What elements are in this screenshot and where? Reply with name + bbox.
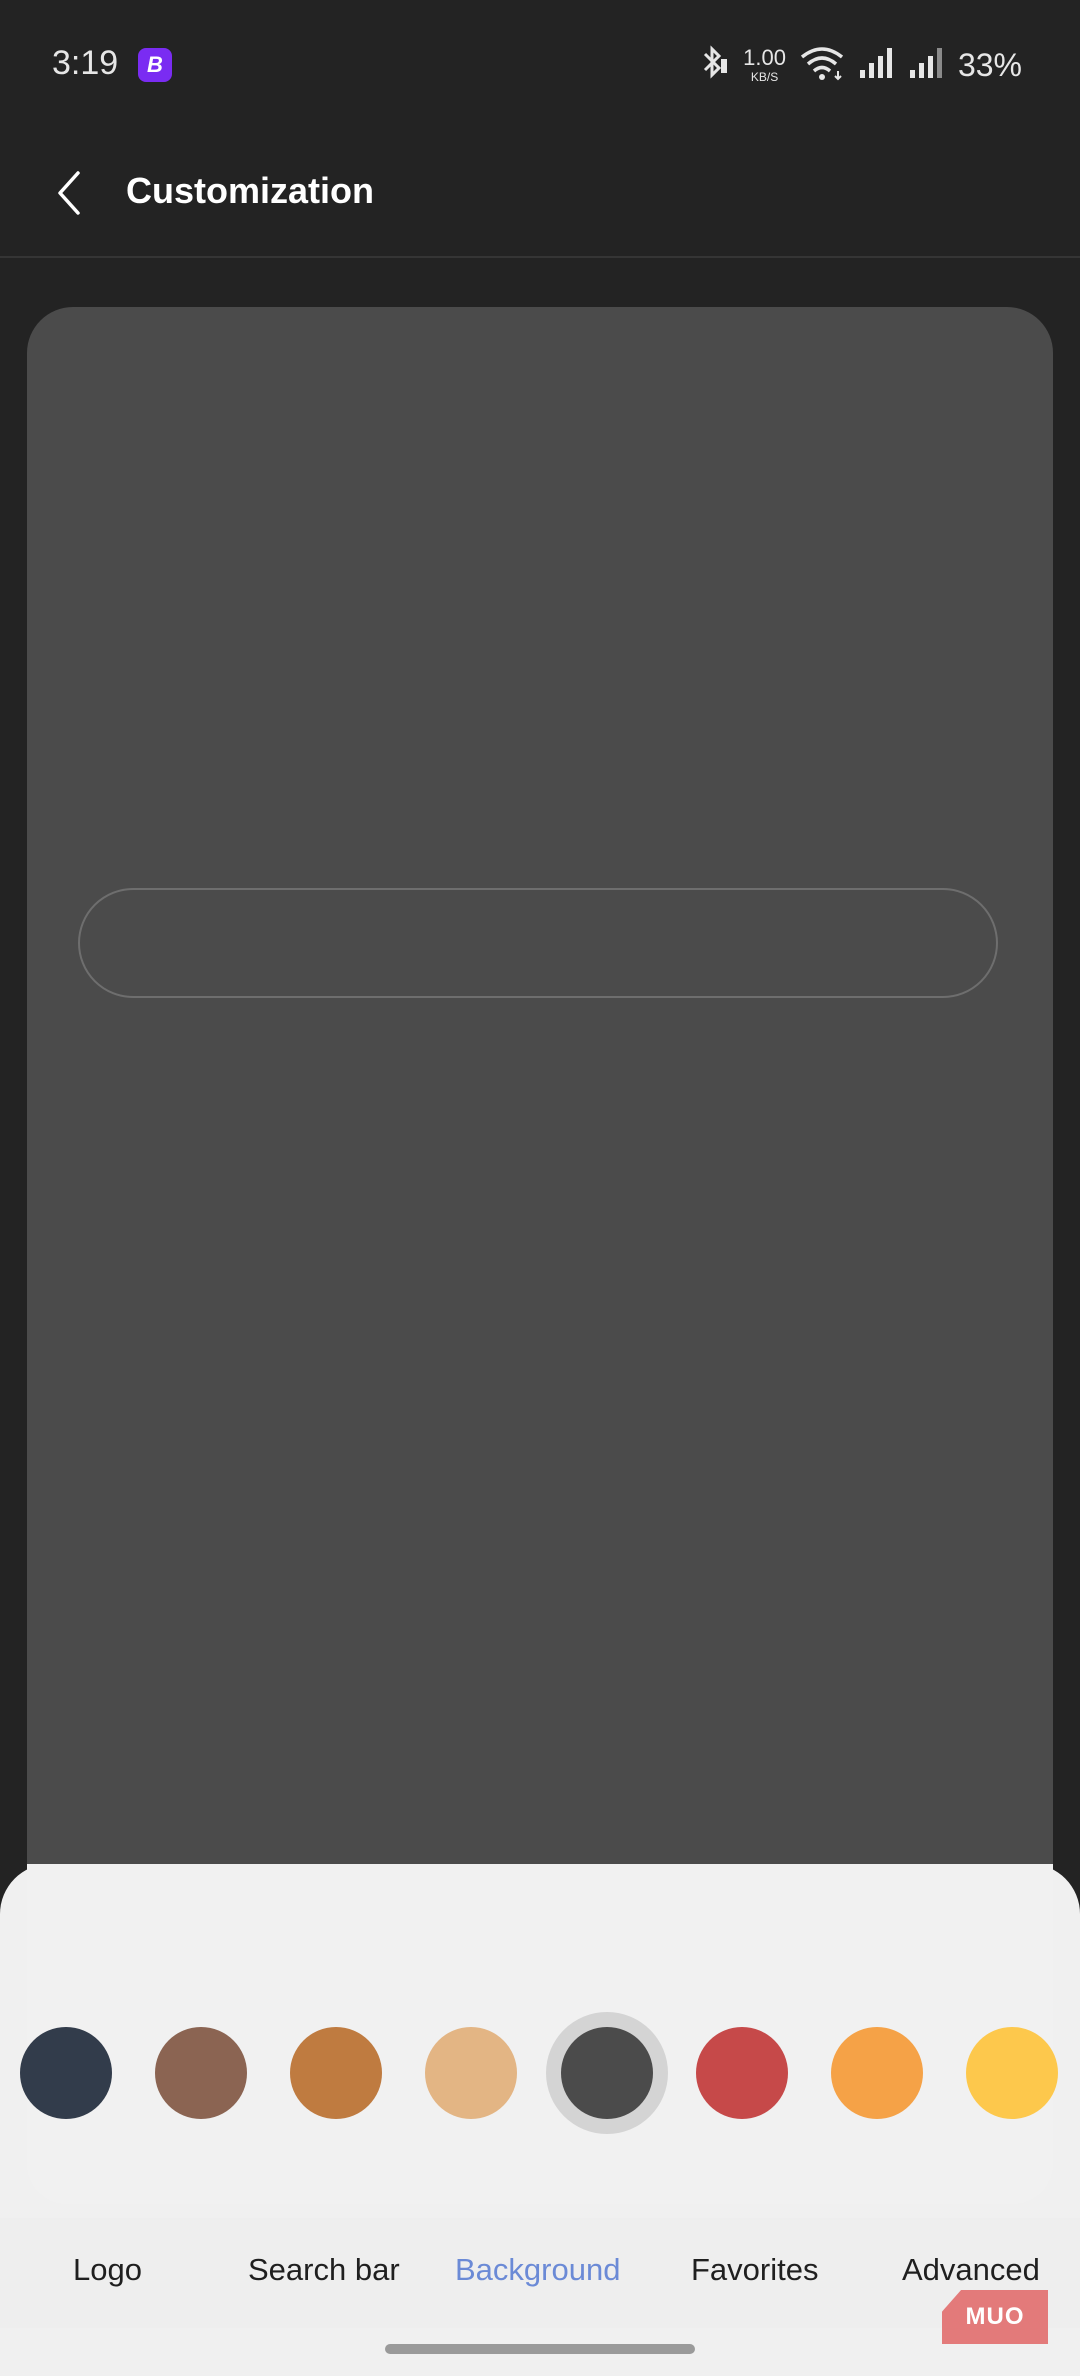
color-swatch-tan[interactable] (425, 2027, 517, 2119)
tab-favorites[interactable]: Favorites (691, 2252, 818, 2288)
network-speed-unit: KB/S (750, 70, 779, 84)
wifi-icon (800, 45, 844, 86)
status-icons: 1.00 KB/S 33% (697, 40, 1022, 90)
signal-icon (858, 46, 894, 85)
color-swatch-brown[interactable] (155, 2027, 247, 2119)
chevron-left-icon (58, 171, 80, 215)
color-swatch-copper[interactable] (290, 2027, 382, 2119)
tab-advanced[interactable]: Advanced (902, 2252, 1040, 2288)
color-swatch-navy[interactable] (20, 2027, 112, 2119)
page-title: Customization (126, 170, 374, 211)
tab-search-bar[interactable]: Search bar (248, 2252, 400, 2288)
color-swatch-dark-gray[interactable] (561, 2027, 653, 2119)
tab-background[interactable]: Background (455, 2252, 620, 2288)
color-swatch-red[interactable] (696, 2027, 788, 2119)
color-swatch-yellow[interactable] (966, 2027, 1058, 2119)
app-bar: Customization (0, 130, 1080, 258)
bluetooth-icon (697, 44, 729, 86)
muo-watermark-logo: MUO (942, 2290, 1048, 2344)
network-speed-value: 1.00 (743, 45, 786, 70)
back-button[interactable] (34, 158, 104, 228)
status-time: 3:19 (52, 44, 119, 82)
app-notification-icon: B (138, 48, 172, 82)
status-bar: 3:19 B 1.00 KB/S 33% (0, 0, 1080, 130)
network-speed: 1.00 KB/S (743, 45, 786, 84)
home-indicator[interactable] (385, 2344, 695, 2354)
color-swatch-orange[interactable] (831, 2027, 923, 2119)
battery-percentage: 33% (957, 46, 1022, 83)
tab-logo[interactable]: Logo (73, 2252, 142, 2288)
signal-icon (908, 46, 944, 85)
preview-search-bar (78, 888, 998, 998)
